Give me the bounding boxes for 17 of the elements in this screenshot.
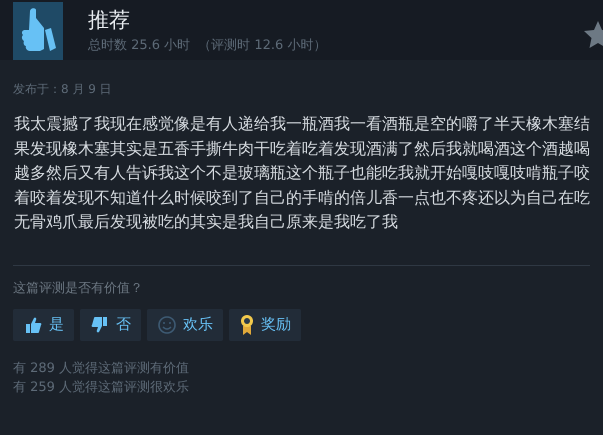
yes-button[interactable]: 是 <box>13 308 74 340</box>
thumbs-down-icon <box>90 314 110 334</box>
playtime: 总时数 25.6 小时 <box>88 37 190 54</box>
review-verdict: 推荐 <box>88 7 131 34</box>
review-playtime: （评测时 12.6 小时） <box>198 37 326 54</box>
review-text: 我太震撼了我现在感觉像是有人递给我一瓶酒我一看酒瓶是空的嚼了半天橡木塞结果发现橡木塞其实是五香手撕牛肉干吃着吃着发现酒满了然后我就喝酒这个酒越喝越多然后又有人告诉我这个不是玻璃瓶这个瓶子也能吃我就开始嘎吱嘎吱啃瓶子咬着咬着发现不知道什么时候咬到了自己的手啃的倍儿香一点也不疼还以为自己在吃无骨鸡爪最后发现被吃的其实是我自己原来是我吃了我 <box>13 113 591 233</box>
award-button[interactable]: 奖励 <box>229 308 301 340</box>
posted-date: 发布于：8 月 9 日 <box>12 81 113 98</box>
vote-count: 有 259 人觉得这篇评测很欢乐 <box>13 378 190 396</box>
smiley-icon <box>157 314 177 334</box>
thumbs-up-icon <box>23 314 43 334</box>
thumbs-up-icon <box>13 2 63 60</box>
no-button[interactable]: 否 <box>80 308 141 340</box>
award-icon <box>239 314 255 336</box>
helpful-question: 这篇评测是否有价值？ <box>12 280 144 296</box>
vote-count: 有 289 人觉得这篇评测有价值 <box>13 360 190 378</box>
funny-button[interactable]: 欢乐 <box>147 308 223 340</box>
